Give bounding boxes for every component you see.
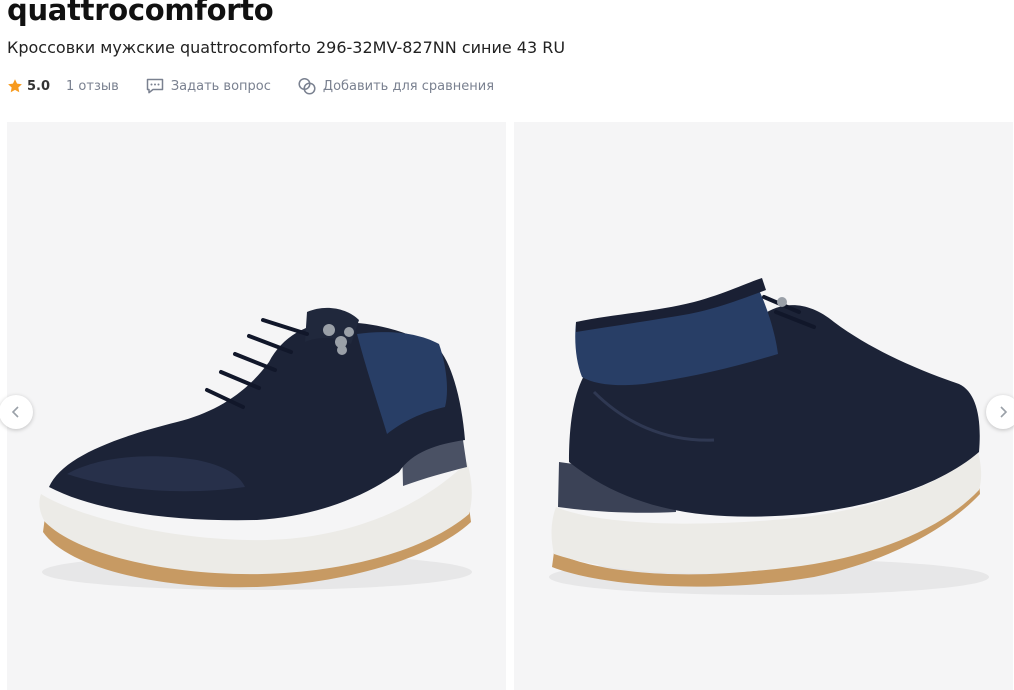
product-photo-1[interactable] [7, 122, 506, 690]
brand-link[interactable]: quattrocomforto [7, 0, 274, 27]
add-to-compare-label: Добавить для сравнения [322, 78, 495, 94]
rating: 5.0 [7, 78, 50, 94]
chevron-left-icon [11, 406, 19, 418]
star-icon [8, 79, 22, 93]
add-to-compare-button[interactable]: Добавить для сравнения [297, 76, 494, 96]
rating-value: 5.0 [27, 78, 51, 94]
chevron-right-icon [1000, 406, 1008, 418]
product-gallery [0, 122, 1014, 690]
ask-question-button[interactable]: Задать вопрос [145, 76, 271, 96]
sneaker-front-image [39, 307, 472, 590]
product-title: Кроссовки мужские quattrocomforto 296-32… [7, 38, 566, 57]
reviews-link[interactable]: 1 отзыв [66, 79, 119, 94]
compare-icon [298, 77, 316, 95]
gallery-prev-button[interactable] [0, 395, 33, 429]
chat-icon [146, 78, 164, 94]
gallery-next-button[interactable] [986, 395, 1014, 429]
ask-question-label: Задать вопрос [170, 78, 271, 94]
product-meta-row: 5.0 1 отзыв Задать вопрос Добавить для с… [7, 75, 494, 97]
product-photo-2[interactable] [514, 122, 1013, 690]
sneaker-back-image [549, 278, 989, 595]
